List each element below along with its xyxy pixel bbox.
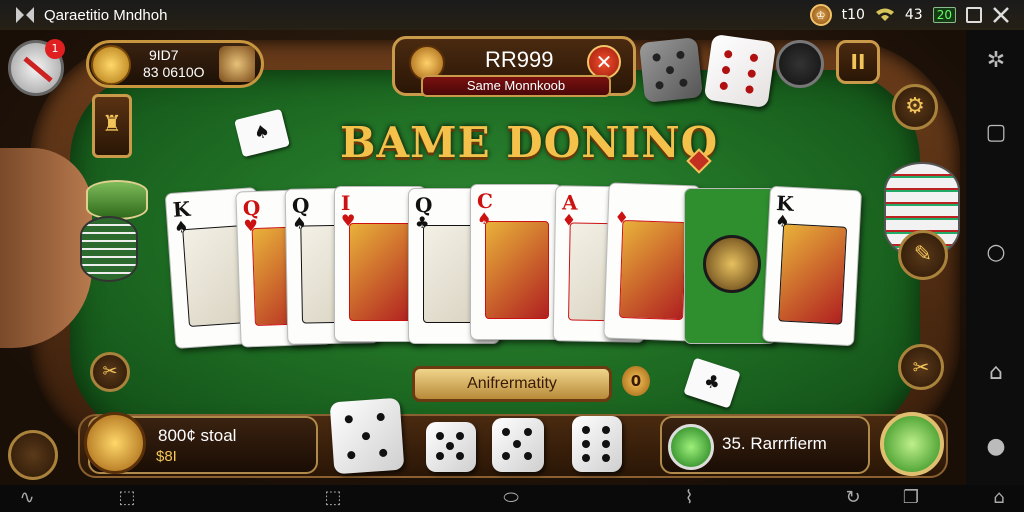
close-icon[interactable] — [992, 6, 1010, 24]
back-icon[interactable]: ⬚ — [114, 487, 140, 509]
app-title: Qaraetitio Mndhoh — [44, 6, 168, 24]
battery-indicator: 20 — [932, 7, 956, 23]
notification-badge: 1 — [45, 39, 65, 59]
chip-stack-bottom — [80, 216, 138, 282]
card-art — [778, 223, 848, 325]
dice-2[interactable] — [492, 418, 544, 472]
chip-green-icon — [668, 424, 714, 470]
game-scene: 1 9ID7 83 0610O ♜ ✂ RR999 ✕ Same Monnkoo… — [0, 30, 966, 485]
card-art — [349, 223, 413, 321]
dice-red — [703, 33, 777, 109]
time-text: t10 — [841, 7, 865, 23]
pause-button[interactable]: II — [836, 40, 880, 84]
jackpot-value: RR999 — [485, 47, 554, 72]
home-pill-icon[interactable]: ⬭ — [498, 487, 524, 509]
settings-gear-icon[interactable]: ⚙ — [892, 84, 938, 130]
jackpot-subtitle: Same Monnkoob — [421, 75, 611, 97]
card-art — [485, 221, 549, 319]
bottom-nav-bar: ∿ ⬚ ⬚ ⬭ ⌇ ↻ ❐ ⌂ — [0, 485, 1024, 512]
windows-icon[interactable]: ❐ — [898, 487, 924, 509]
player-info-panel[interactable]: 9ID7 83 0610O — [86, 40, 264, 88]
card-emblem-icon — [703, 235, 761, 293]
no-ads-button[interactable]: 1 — [8, 39, 65, 96]
refresh-icon[interactable]: ↻ — [840, 487, 866, 509]
circle-icon[interactable]: ○ — [983, 240, 1009, 266]
right-nav-bar: ✲ ▢ ○ ⌂ ● — [966, 30, 1024, 485]
playing-card[interactable]: C ♠ — [470, 184, 562, 340]
dice-big[interactable] — [329, 397, 405, 475]
refresh-go-button[interactable] — [880, 412, 944, 476]
player-line-1: 9ID7 — [149, 47, 179, 63]
bottom-left-panel[interactable]: 800¢ stoal $8I — [84, 412, 318, 474]
store-icon[interactable]: ⌂ — [986, 487, 1012, 509]
bottom-left-line-2: $8I — [156, 448, 177, 465]
chart-icon[interactable]: ⌇ — [676, 487, 702, 509]
player-line-2: 83 0610O — [143, 64, 205, 80]
square-icon[interactable]: ▢ — [983, 120, 1009, 146]
bottom-right-panel[interactable]: 35. Rarrrfierm — [660, 416, 870, 474]
close-button[interactable]: ✕ — [587, 45, 621, 79]
bottom-left-line-1: 800¢ stoal — [158, 426, 237, 445]
dots-chip-icon — [776, 40, 824, 88]
dice-coin-icon — [84, 412, 146, 474]
dice-1[interactable] — [426, 422, 476, 472]
crown-badge-icon: ♔ — [809, 4, 832, 26]
settings-icon[interactable]: ✲ — [983, 48, 1009, 74]
jackpot-panel: RR999 ✕ Same Monnkoob — [392, 36, 636, 97]
tools-icon[interactable]: ✂ — [898, 344, 944, 390]
wave-icon[interactable]: ∿ — [14, 487, 40, 509]
dice-3[interactable] — [572, 416, 622, 472]
maximize-icon[interactable] — [966, 7, 982, 23]
dice-grey — [639, 37, 703, 103]
pencil-icon[interactable]: ✎ — [898, 230, 948, 280]
bottom-right-label: 35. Rarrrfierm — [722, 434, 827, 453]
signal-text: 43 — [904, 7, 923, 23]
wifi-icon — [875, 8, 894, 21]
coin-icon — [91, 45, 131, 85]
share-button[interactable] — [8, 430, 58, 480]
action-button[interactable]: Anifrermatity — [412, 366, 612, 402]
card-art — [619, 219, 687, 321]
puzzle-icon[interactable]: ✂ — [90, 352, 130, 392]
app-logo-icon — [16, 7, 34, 23]
playing-card[interactable]: K ♠ — [761, 185, 863, 347]
chip-stack-top — [86, 180, 148, 220]
location-icon[interactable]: ● — [983, 434, 1009, 460]
crop-icon[interactable]: ⬚ — [320, 487, 346, 509]
hint-badge[interactable]: 0 — [622, 366, 650, 396]
trophy-icon[interactable]: ♜ — [92, 94, 132, 158]
game-title: BAME DONINO — [340, 118, 719, 167]
status-bar: Qaraetitio Mndhoh ♔ t10 43 20 — [0, 0, 1024, 30]
slash-icon — [23, 56, 53, 83]
home-icon[interactable]: ⌂ — [983, 360, 1009, 386]
avatar[interactable] — [219, 46, 255, 82]
